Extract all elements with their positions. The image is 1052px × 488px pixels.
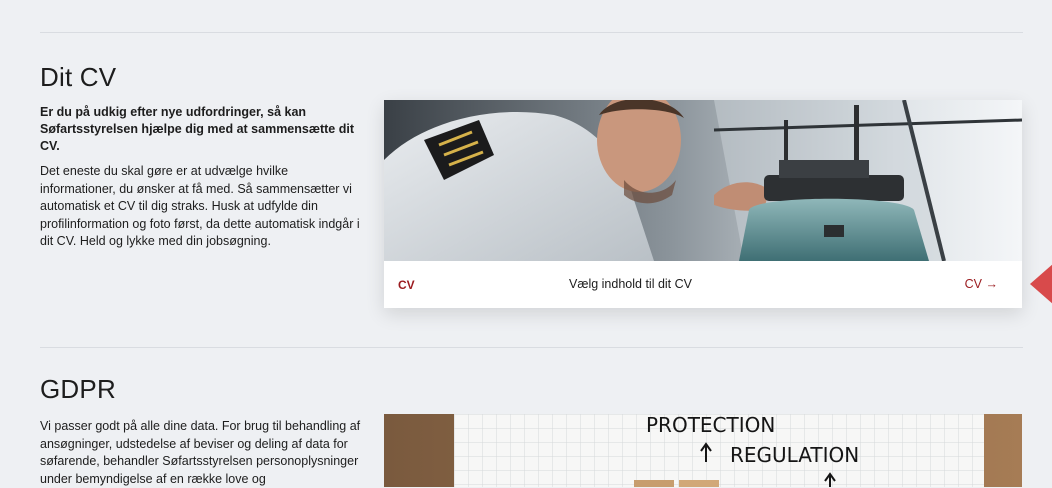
gdpr-section-title: GDPR: [40, 374, 116, 404]
protection-text: PROTECTION: [646, 414, 775, 437]
cv-lead-text: Er du på udkig efter nye udfordringer, s…: [40, 105, 354, 153]
cv-section-title: Dit CV: [40, 62, 117, 92]
cv-card[interactable]: CV Vælg indhold til dit CV CV →: [384, 100, 1022, 308]
cv-card-tag: CV: [398, 278, 415, 292]
regulation-text: REGULATION: [730, 443, 859, 467]
gdpr-whiteboard-photo: PROTECTION REGULATION: [384, 414, 1022, 487]
cv-link[interactable]: CV →: [965, 277, 998, 291]
gdpr-body-text: Vi passer godt på alle dine data. For br…: [40, 419, 361, 486]
side-nav-arrow[interactable]: [1030, 263, 1052, 305]
cv-card-footer: CV Vælg indhold til dit CV CV →: [384, 261, 1022, 308]
cv-card-description: Vælg indhold til dit CV: [569, 277, 692, 291]
cv-card-photo: [384, 100, 1022, 261]
middle-divider: [40, 347, 1023, 348]
gdpr-image: PROTECTION REGULATION: [384, 414, 1022, 487]
cv-body-text: Det eneste du skal gøre er at udvælge hv…: [40, 164, 360, 248]
ship-officer-photo: [384, 100, 1022, 261]
top-divider: [40, 32, 1023, 33]
